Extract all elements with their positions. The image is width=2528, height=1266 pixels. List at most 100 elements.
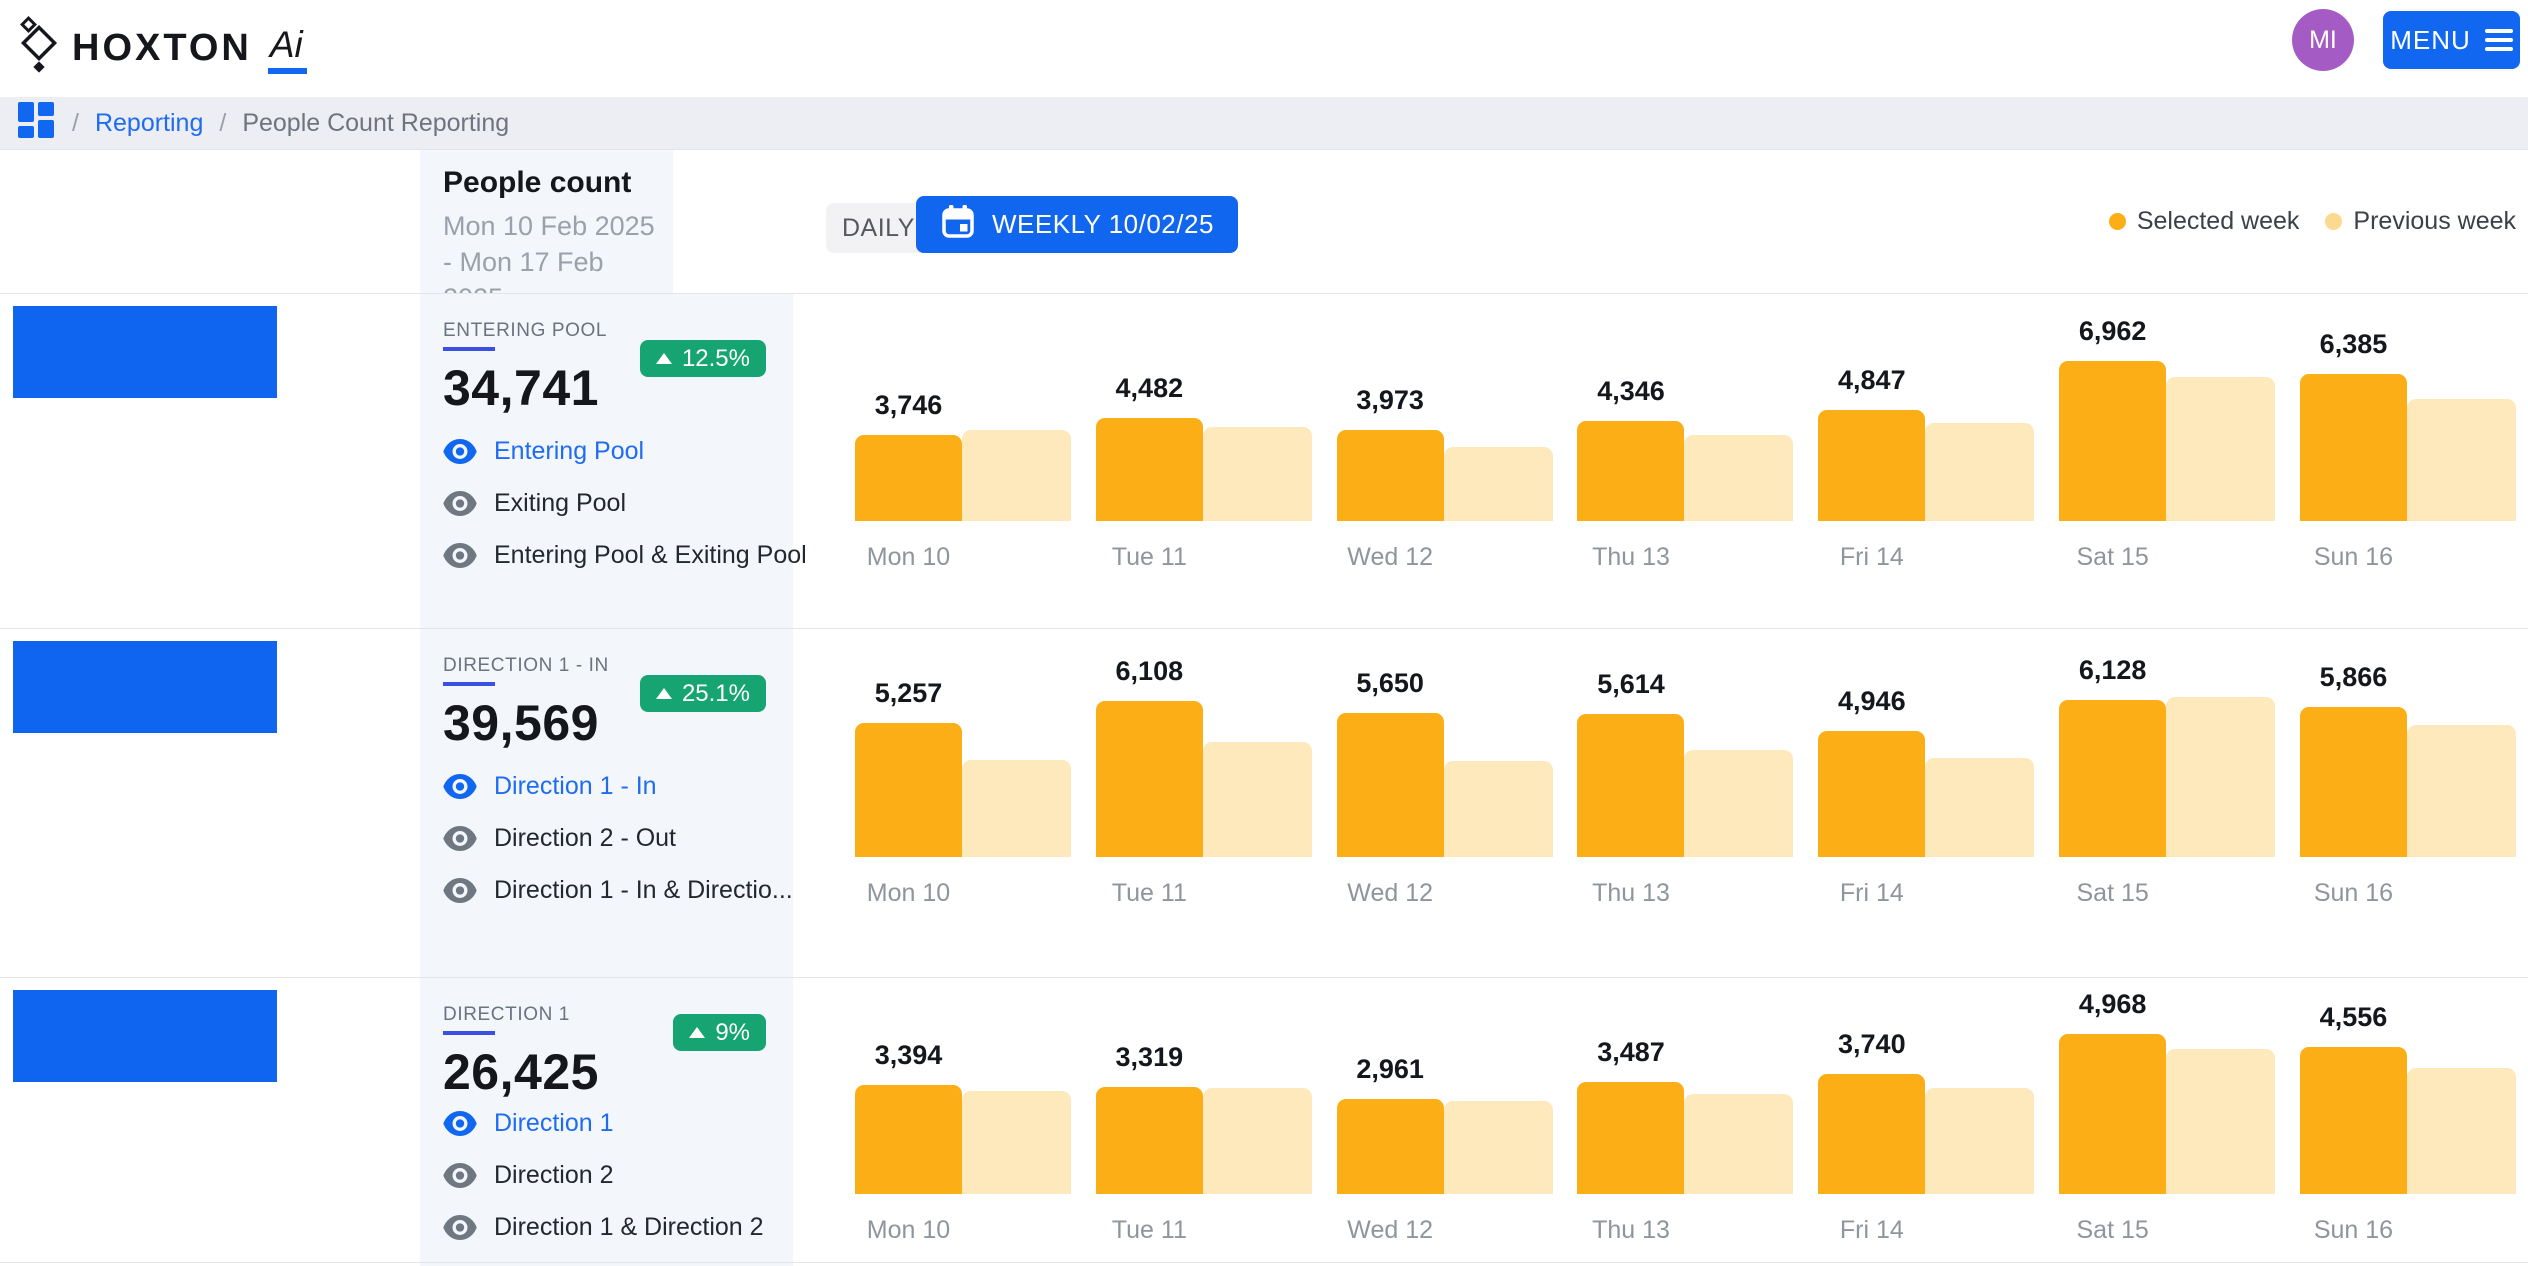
breadcrumb: / Reporting / People Count Reporting: [0, 97, 2528, 150]
bar-selected-week[interactable]: [1818, 410, 1925, 521]
bar-value-label: 3,394: [855, 1040, 962, 1071]
bar-selected-week[interactable]: [1577, 421, 1684, 521]
day-group: 4,482Tue 11: [1096, 356, 1312, 521]
bar-selected-week[interactable]: [1096, 418, 1203, 521]
option-label: Direction 2: [494, 1161, 614, 1190]
bar-selected-week[interactable]: [2059, 700, 2166, 857]
bar-previous-week[interactable]: [1444, 1101, 1553, 1194]
active-metric-underline: [443, 1031, 495, 1035]
option-label: Direction 1 - In: [494, 772, 657, 801]
bar-previous-week[interactable]: [1203, 427, 1312, 521]
bar-previous-week[interactable]: [2407, 399, 2516, 521]
day-label: Mon 10: [855, 1216, 962, 1245]
bar-value-label: 5,650: [1337, 668, 1444, 699]
bar-selected-week[interactable]: [855, 435, 962, 521]
bar-selected-week[interactable]: [1577, 714, 1684, 857]
eye-icon: [443, 543, 477, 568]
bar-selected-week[interactable]: [2059, 361, 2166, 521]
day-label: Fri 14: [1818, 1216, 1925, 1245]
day-label: Mon 10: [855, 543, 962, 572]
bar-selected-week[interactable]: [1337, 713, 1444, 857]
metric-panel: DIRECTION 1 26,425 9% Direction 1 Direct…: [420, 978, 793, 1266]
bar-selected-week[interactable]: [2300, 374, 2407, 521]
eye-icon: [443, 491, 477, 516]
bar-selected-week[interactable]: [1818, 731, 1925, 857]
bar-previous-week[interactable]: [1925, 1088, 2034, 1194]
redacted-camera-name: [13, 641, 277, 733]
dashboard-grid-icon[interactable]: [16, 100, 56, 147]
option-entering-pool[interactable]: Entering Pool: [443, 437, 807, 466]
bar-previous-week[interactable]: [1684, 750, 1793, 857]
user-avatar[interactable]: MI: [2292, 9, 2354, 71]
option-direction-1-in[interactable]: Direction 1 - In: [443, 772, 793, 801]
bar-selected-week[interactable]: [2300, 1047, 2407, 1194]
bar-selected-week[interactable]: [855, 723, 962, 857]
breadcrumb-link-reporting[interactable]: Reporting: [95, 109, 203, 138]
change-percent: 9%: [715, 1019, 750, 1047]
bar-previous-week[interactable]: [962, 760, 1071, 857]
day-group: 4,346Thu 13: [1577, 356, 1793, 521]
bar-value-label: 6,962: [2059, 316, 2166, 347]
day-label: Thu 13: [1577, 543, 1684, 572]
bar-previous-week[interactable]: [1444, 761, 1553, 857]
bar-value-label: 4,482: [1096, 373, 1203, 404]
option-label: Entering Pool: [494, 437, 644, 466]
bar-previous-week[interactable]: [1925, 423, 2034, 521]
bar-previous-week[interactable]: [1684, 1094, 1793, 1194]
redacted-camera-name: [13, 990, 277, 1082]
day-group: 6,385Sun 16: [2300, 356, 2516, 521]
option-direction-1-in-and-direction-2-out[interactable]: Direction 1 - In & Directio...: [443, 876, 793, 905]
weekly-toggle-button[interactable]: WEEKLY 10/02/25: [916, 196, 1238, 253]
bar-previous-week[interactable]: [2166, 377, 2275, 521]
redacted-camera-name: [13, 306, 277, 398]
increase-arrow-icon: [656, 688, 672, 699]
bar-value-label: 4,946: [1818, 686, 1925, 717]
day-group: 3,740Fri 14: [1818, 1029, 2034, 1194]
bar-selected-week[interactable]: [1337, 430, 1444, 521]
chart-legend: Selected week Previous week: [2109, 207, 2516, 236]
bar-previous-week[interactable]: [2166, 697, 2275, 857]
bar-previous-week[interactable]: [962, 430, 1071, 521]
day-group: 5,257Mon 10: [855, 692, 1071, 857]
option-direction-2-out[interactable]: Direction 2 - Out: [443, 824, 793, 853]
bar-value-label: 4,847: [1818, 365, 1925, 396]
bar-selected-week[interactable]: [1096, 701, 1203, 857]
bar-value-label: 3,746: [855, 390, 962, 421]
bar-selected-week[interactable]: [1577, 1082, 1684, 1194]
hoxton-diamond-logo-icon: [16, 16, 60, 81]
bar-selected-week[interactable]: [1818, 1074, 1925, 1194]
day-label: Sat 15: [2059, 543, 2166, 572]
bar-previous-week[interactable]: [962, 1091, 1071, 1194]
eye-visible-icon: [443, 439, 477, 464]
bar-previous-week[interactable]: [1444, 447, 1553, 521]
bar-previous-week[interactable]: [1203, 742, 1312, 857]
section-divider: [0, 1262, 2528, 1263]
bar-selected-week[interactable]: [2059, 1034, 2166, 1194]
option-label: Direction 1 - In & Directio...: [494, 876, 793, 905]
bar-previous-week[interactable]: [1203, 1088, 1312, 1194]
day-label: Sat 15: [2059, 879, 2166, 908]
active-metric-underline: [443, 682, 495, 686]
bar-selected-week[interactable]: [855, 1085, 962, 1194]
brand-logo[interactable]: HOXTON Ai: [16, 16, 307, 81]
bar-previous-week[interactable]: [1684, 435, 1793, 521]
menu-button[interactable]: MENU: [2383, 11, 2520, 69]
legend-previous-label: Previous week: [2353, 207, 2516, 236]
bar-selected-week[interactable]: [1096, 1087, 1203, 1194]
option-direction-1[interactable]: Direction 1: [443, 1109, 764, 1138]
metric-panel: DIRECTION 1 - IN 39,569 25.1% Direction …: [420, 629, 793, 977]
bar-previous-week[interactable]: [2407, 725, 2516, 857]
increase-arrow-icon: [656, 353, 672, 364]
bar-previous-week[interactable]: [2166, 1049, 2275, 1194]
bar-previous-week[interactable]: [1925, 758, 2034, 857]
selected-week-dot-icon: [2109, 213, 2126, 230]
bar-value-label: 4,346: [1577, 376, 1684, 407]
bar-selected-week[interactable]: [1337, 1099, 1444, 1194]
option-exiting-pool[interactable]: Exiting Pool: [443, 489, 807, 518]
bar-value-label: 4,968: [2059, 989, 2166, 1020]
option-entering-and-exiting-pool[interactable]: Entering Pool & Exiting Pool: [443, 541, 807, 570]
bar-previous-week[interactable]: [2407, 1068, 2516, 1194]
option-direction-1-and-direction-2[interactable]: Direction 1 & Direction 2: [443, 1213, 764, 1242]
bar-selected-week[interactable]: [2300, 707, 2407, 857]
option-direction-2[interactable]: Direction 2: [443, 1161, 764, 1190]
